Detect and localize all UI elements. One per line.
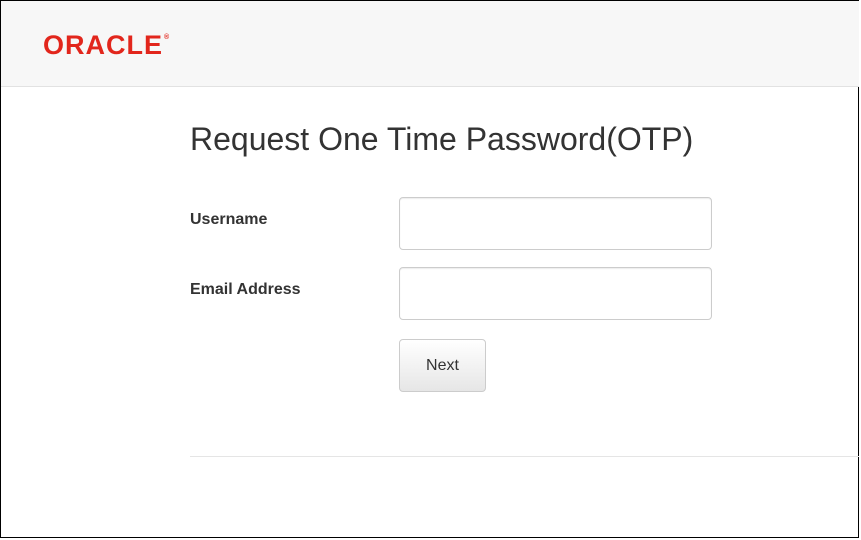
page-title: Request One Time Password(OTP) (190, 121, 694, 157)
page-header: ORACLE® (1, 1, 859, 87)
username-label: Username (190, 211, 268, 228)
email-address-label: Email Address (190, 281, 301, 298)
registered-mark: ® (164, 34, 170, 41)
logo-text: ORACLE (43, 30, 163, 60)
email-address-input[interactable] (399, 267, 712, 320)
username-input[interactable] (399, 197, 712, 250)
oracle-logo: ORACLE® (43, 32, 169, 59)
form-divider (190, 456, 859, 457)
next-button[interactable]: Next (399, 339, 486, 392)
